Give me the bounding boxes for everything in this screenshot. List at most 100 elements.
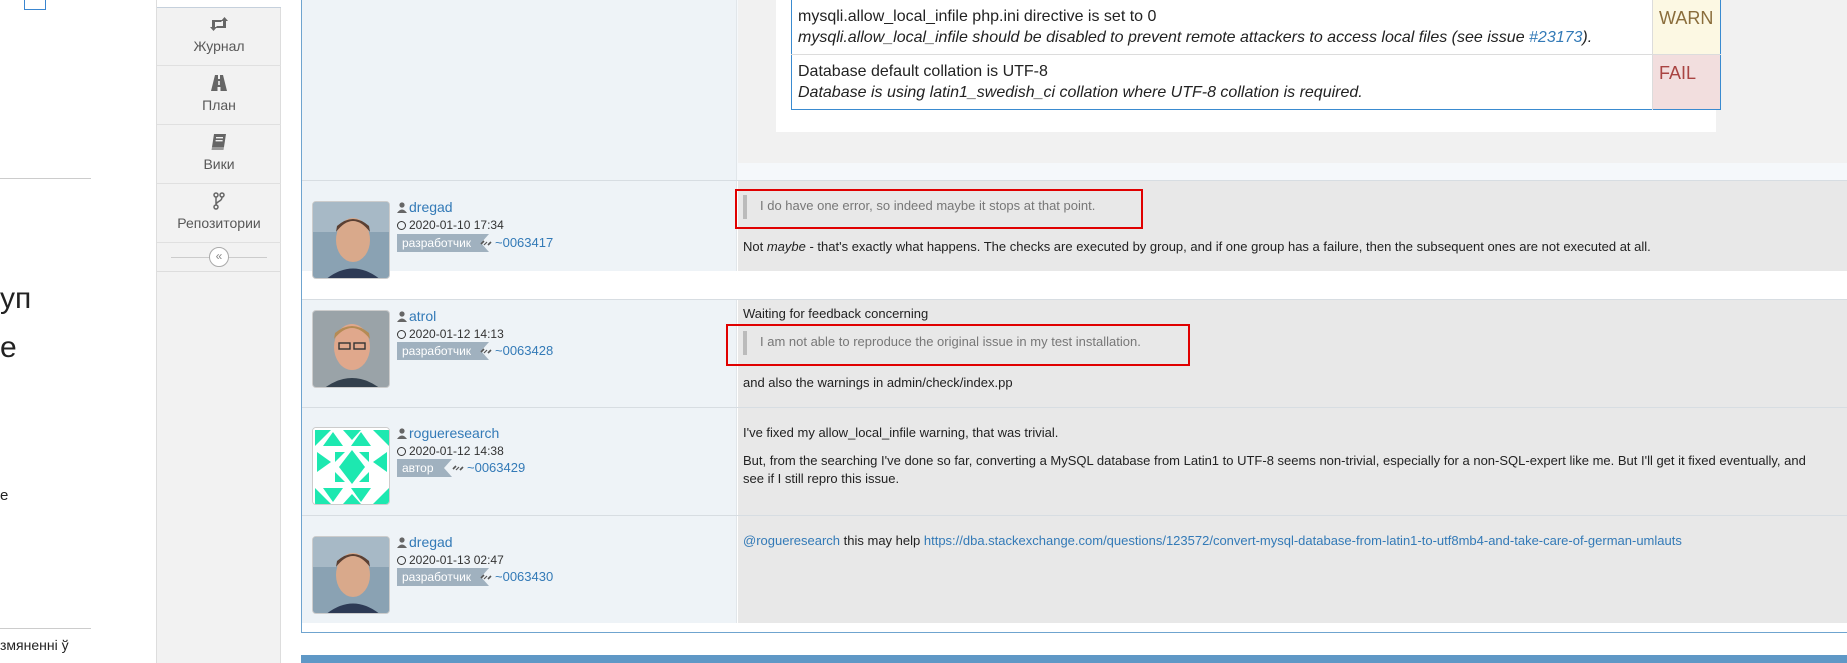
- author-link[interactable]: atrol: [409, 308, 436, 324]
- mention-link[interactable]: @rogueresearch: [743, 533, 840, 548]
- sidebar-item-roadmap[interactable]: План: [157, 67, 281, 125]
- table-row: Database default collation is UTF-8 Data…: [791, 54, 1721, 110]
- check-description-text: mysqli.allow_local_infile should be disa…: [798, 29, 1530, 46]
- author-link[interactable]: rogueresearch: [409, 425, 499, 441]
- note-author: rogueresearch: [397, 425, 499, 441]
- note-date-text: 2020-01-12 14:38: [409, 444, 504, 458]
- note-date-text: 2020-01-13 02:47: [409, 553, 504, 567]
- note-id: ~0063429: [467, 460, 526, 475]
- user-icon: [397, 537, 407, 548]
- check-title: mysqli.allow_local_infile php.ini direct…: [798, 8, 1157, 25]
- status-badge: WARN: [1652, 0, 1721, 55]
- note-meta: atrol 2020-01-12 14:13 разработчик ~0063…: [302, 300, 737, 407]
- author-link[interactable]: dregad: [409, 534, 453, 550]
- note-date: 2020-01-12 14:38: [397, 444, 504, 458]
- double-chevron-left-icon: «: [215, 249, 223, 263]
- note-meta: [302, 0, 737, 180]
- note-item: dregad 2020-01-10 17:34 разработчик ~006…: [302, 180, 1847, 279]
- note-date: 2020-01-10 17:34: [397, 218, 504, 232]
- sidebar-item-label: Вики: [203, 156, 235, 172]
- note-id: ~0063417: [495, 235, 554, 250]
- user-icon: [397, 202, 407, 213]
- status-badge: FAIL: [1652, 54, 1721, 110]
- checkbox-fragment[interactable]: [24, 0, 46, 10]
- sidebar-item-label: План: [202, 97, 236, 113]
- check-description-text: ).: [1582, 29, 1593, 46]
- avatar[interactable]: [312, 427, 390, 505]
- divider: [0, 628, 91, 629]
- avatar[interactable]: [312, 536, 390, 614]
- note-permalink[interactable]: ~0063417: [480, 235, 553, 250]
- note-item: atrol 2020-01-12 14:13 разработчик ~0063…: [302, 299, 1847, 407]
- fragment-text-2: е: [0, 331, 17, 364]
- issue-link[interactable]: #23173: [1529, 29, 1582, 46]
- note-item: dregad 2020-01-13 02:47 разработчик ~006…: [302, 515, 1847, 623]
- note-text: and also the warnings in admin/check/ind…: [743, 375, 1013, 390]
- retweet-icon: [210, 17, 228, 31]
- clock-icon: [397, 447, 406, 456]
- role-badge: разработчик: [397, 234, 490, 252]
- book-icon: [211, 134, 226, 150]
- note-text-part: Not: [743, 239, 767, 254]
- note-date-text: 2020-01-12 14:13: [409, 327, 504, 341]
- fragment-text-1: уп: [0, 282, 32, 315]
- sidebar-collapse-button[interactable]: «: [209, 247, 229, 267]
- sidebar-item-repositories[interactable]: Репозитории: [157, 185, 281, 243]
- note-meta: rogueresearch 2020-01-12 14:38 автор ~00…: [302, 408, 737, 515]
- link-icon: [480, 348, 492, 354]
- note-text: Waiting for feedback concerning: [743, 306, 929, 321]
- clock-icon: [397, 330, 406, 339]
- avatar[interactable]: [312, 201, 390, 279]
- user-icon: [397, 428, 407, 439]
- sidebar-item-label: Журнал: [193, 38, 245, 54]
- note-permalink[interactable]: ~0063429: [452, 460, 525, 475]
- issue-notes-area: mysqli.allow_local_infile php.ini direct…: [301, 0, 1847, 663]
- note-check-results: mysqli.allow_local_infile php.ini direct…: [302, 0, 1847, 180]
- link-icon: [480, 240, 492, 246]
- note-author: dregad: [397, 199, 453, 215]
- divider: [0, 178, 91, 179]
- code-fork-icon: [213, 192, 225, 210]
- note-date-text: 2020-01-10 17:34: [409, 218, 504, 232]
- note-author: dregad: [397, 534, 453, 550]
- note-text: I've fixed my allow_local_infile warning…: [743, 425, 1059, 440]
- left-page-fragment: уп е е змяненні ў: [0, 0, 156, 663]
- fragment-text-3: е: [0, 487, 9, 504]
- check-title: Database default collation is UTF-8: [798, 63, 1048, 80]
- note-permalink[interactable]: ~0063430: [480, 569, 553, 584]
- table-row: mysqli.allow_local_infile php.ini direct…: [791, 0, 1721, 55]
- section-header-bar: [301, 655, 1847, 663]
- avatar[interactable]: [312, 310, 390, 388]
- sidebar-item-wiki[interactable]: Вики: [157, 126, 281, 184]
- note-text: Not maybe - that's exactly what happens.…: [743, 239, 1651, 254]
- note-id: ~0063430: [495, 569, 554, 584]
- role-badge: автор: [397, 459, 451, 477]
- link-icon: [452, 465, 464, 471]
- link-icon: [480, 574, 492, 580]
- note-text-emphasis: maybe: [766, 239, 806, 254]
- sidebar-item-label: Репозитории: [177, 215, 261, 231]
- note-permalink[interactable]: ~0063428: [480, 343, 553, 358]
- note-meta: dregad 2020-01-13 02:47 разработчик ~006…: [302, 516, 737, 623]
- role-badge: разработчик: [397, 568, 490, 586]
- url-link[interactable]: https://dba.stackexchange.com/questions/…: [924, 533, 1682, 548]
- check-results-table: mysqli.allow_local_infile php.ini direct…: [791, 0, 1721, 110]
- clock-icon: [397, 221, 406, 230]
- note-text: @rogueresearch this may help https://dba…: [743, 533, 1682, 548]
- sidebar-item-journal[interactable]: Журнал: [157, 8, 281, 66]
- check-description: Database is using latin1_swedish_ci coll…: [798, 84, 1363, 101]
- note-date: 2020-01-13 02:47: [397, 553, 504, 567]
- note-id: ~0063428: [495, 343, 554, 358]
- author-link[interactable]: dregad: [409, 199, 453, 215]
- note-text-part: this may help: [840, 533, 924, 548]
- note-text-part: - that's exactly what happens. The check…: [805, 239, 1651, 254]
- fragment-text-4: змяненні ў: [0, 637, 69, 653]
- clock-icon: [397, 556, 406, 565]
- sidebar-active-item[interactable]: [157, 0, 281, 8]
- note-meta: dregad 2020-01-10 17:34 разработчик ~006…: [302, 181, 737, 279]
- note-text: see if I still repro this issue.: [743, 471, 900, 486]
- user-icon: [397, 311, 407, 322]
- sidebar-menu: Журнал План Вики Репозитории «: [156, 0, 281, 663]
- check-cell: Database default collation is UTF-8 Data…: [791, 54, 1653, 110]
- highlight-box: [726, 324, 1190, 366]
